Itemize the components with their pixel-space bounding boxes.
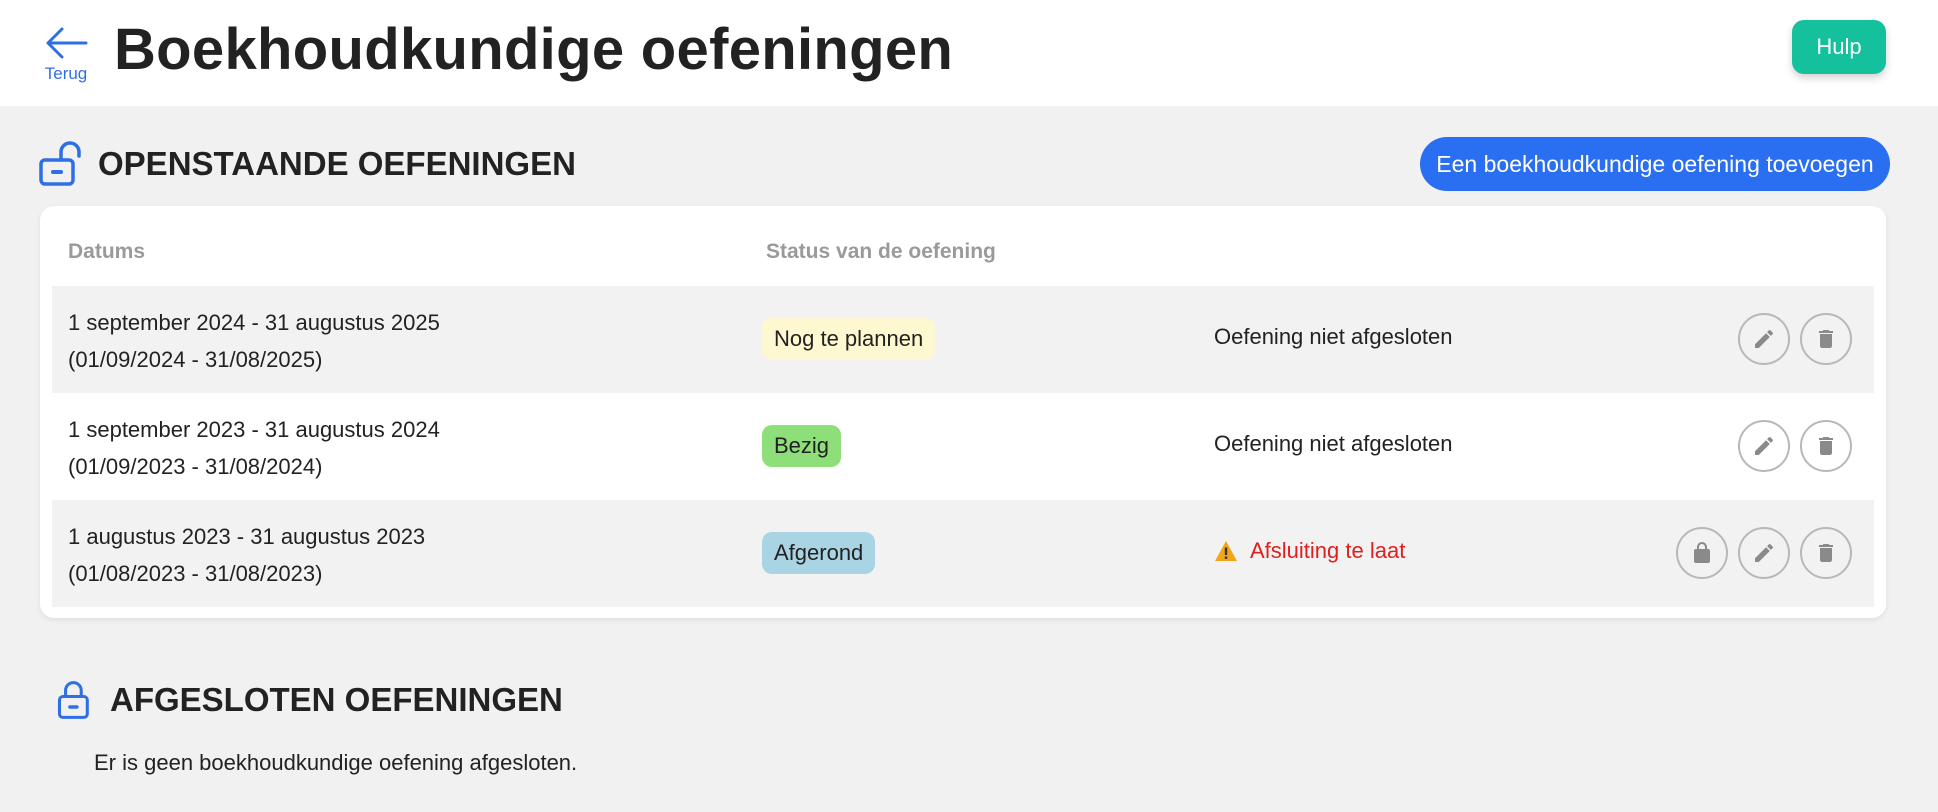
- closed-section-title: AFGESLOTEN OEFENINGEN: [110, 681, 563, 718]
- trash-icon: [1819, 437, 1833, 455]
- help-button[interactable]: Hulp: [1792, 20, 1886, 74]
- back-label: Terug: [44, 64, 88, 83]
- edit-button[interactable]: [1738, 527, 1790, 579]
- status-badge: Bezig: [762, 425, 842, 467]
- back-button[interactable]: Terug: [38, 24, 94, 84]
- empty-state-text: Er is geen boekhoudkundige oefening afge…: [94, 750, 578, 775]
- date-range-short: (01/09/2024 - 31/08/2025): [68, 347, 323, 372]
- lock-icon: [1694, 542, 1710, 563]
- lock-closed-icon: [57, 681, 89, 719]
- arrow-left-icon: [46, 27, 88, 59]
- pencil-icon: [1755, 329, 1773, 348]
- date-range: 1 september 2024 - 31 augustus 2025: [68, 310, 440, 335]
- trash-icon: [1819, 544, 1833, 562]
- table-row: 1 augustus 2023 - 31 augustus 2023 (01/0…: [52, 500, 1874, 607]
- pencil-icon: [1755, 436, 1773, 455]
- date-cell: 1 september 2024 - 31 augustus 2025 (01/…: [68, 304, 440, 378]
- closing-status: Oefening niet afgesloten: [1214, 324, 1453, 350]
- table-row: 1 september 2024 - 31 augustus 2025 (01/…: [52, 286, 1874, 393]
- edit-button[interactable]: [1738, 313, 1790, 365]
- pencil-icon: [1755, 543, 1773, 562]
- status-badge: Afgerond: [762, 532, 876, 574]
- app-header: Terug Boekhoudkundige oefeningen Hulp: [0, 0, 1938, 106]
- date-range: 1 september 2023 - 31 augustus 2024: [68, 417, 440, 442]
- page-title: Boekhoudkundige oefeningen: [114, 17, 954, 82]
- date-cell: 1 september 2023 - 31 augustus 2024 (01/…: [68, 411, 440, 485]
- lock-open-icon: [39, 141, 81, 186]
- trash-icon: [1819, 330, 1833, 348]
- open-exercises-table: Datums Status van de oefening 1 septembe…: [40, 206, 1886, 618]
- date-range-short: (01/08/2023 - 31/08/2023): [68, 561, 323, 586]
- closing-status-text: Afsluiting te laat: [1250, 538, 1406, 563]
- column-header-status: Status van de oefening: [766, 240, 996, 263]
- edit-button[interactable]: [1738, 420, 1790, 472]
- status-badge: Nog te plannen: [762, 318, 936, 360]
- date-cell: 1 augustus 2023 - 31 augustus 2023 (01/0…: [68, 518, 425, 592]
- table-row: 1 september 2023 - 31 augustus 2024 (01/…: [52, 393, 1874, 500]
- open-section-title: OPENSTAANDE OEFENINGEN: [98, 145, 576, 182]
- closing-status: Oefening niet afgesloten: [1214, 431, 1453, 457]
- add-exercise-button[interactable]: Een boekhoudkundige oefening toevoegen: [1420, 137, 1890, 191]
- date-range-short: (01/09/2023 - 31/08/2024): [68, 454, 323, 479]
- closing-status: Afsluiting te laat: [1214, 538, 1405, 564]
- delete-button[interactable]: [1800, 420, 1852, 472]
- column-header-dates: Datums: [68, 240, 146, 263]
- open-section-heading: OPENSTAANDE OEFENINGEN: [38, 141, 576, 187]
- delete-button[interactable]: [1800, 527, 1852, 579]
- date-range: 1 augustus 2023 - 31 augustus 2023: [68, 524, 426, 549]
- delete-button[interactable]: [1800, 313, 1852, 365]
- closing-status-text: Oefening niet afgesloten: [1214, 324, 1453, 349]
- warning-icon: [1215, 541, 1237, 561]
- closing-status-text: Oefening niet afgesloten: [1214, 431, 1453, 456]
- lock-button[interactable]: [1676, 527, 1728, 579]
- closed-section-heading: AFGESLOTEN OEFENINGEN: [56, 678, 563, 722]
